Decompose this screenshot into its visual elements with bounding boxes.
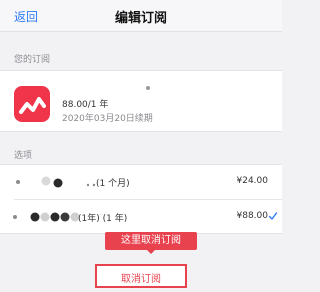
option-price: ¥88.00 [236, 211, 269, 221]
checkmark-icon [268, 212, 278, 220]
subscription-price: 88.00/1 年 [62, 100, 109, 110]
option-name: (1 个月) [96, 179, 130, 189]
navigation-bar: 返回 编辑订阅 [0, 0, 282, 32]
subscription-card: 88.00/1 年 2020年03月20日续期 [0, 70, 282, 132]
option-monthly[interactable]: (1 个月) ¥24.00 [0, 165, 282, 199]
cancel-hint-callout: 这里取消订阅 [105, 232, 197, 250]
options-label: 选项 [14, 151, 33, 161]
options-card: (1 个月) ¥24.00 (1年) (1 年) ¥88.00 [0, 164, 282, 234]
cancel-subscription-button[interactable]: 取消订阅 [97, 270, 185, 285]
your-subscription-label: 您的订阅 [14, 55, 51, 65]
option-price: ¥24.00 [236, 176, 269, 186]
cancel-subscription-highlight: 取消订阅 [95, 264, 187, 288]
obscured-app-name [146, 86, 150, 90]
obscured-option-name [16, 176, 96, 188]
renewal-date: 2020年03月20日续期 [62, 114, 153, 124]
option-name: (1年) (1 年) [78, 214, 128, 224]
callout-arrow [146, 249, 156, 254]
app-icon [14, 86, 50, 122]
option-yearly[interactable]: (1年) (1 年) ¥88.00 [0, 200, 282, 234]
page-title: 编辑订阅 [114, 11, 167, 26]
edit-subscription-screen: 返回 编辑订阅 您的订阅 88.00/1 年 2020年03月20日续期 选项 … [0, 0, 282, 292]
